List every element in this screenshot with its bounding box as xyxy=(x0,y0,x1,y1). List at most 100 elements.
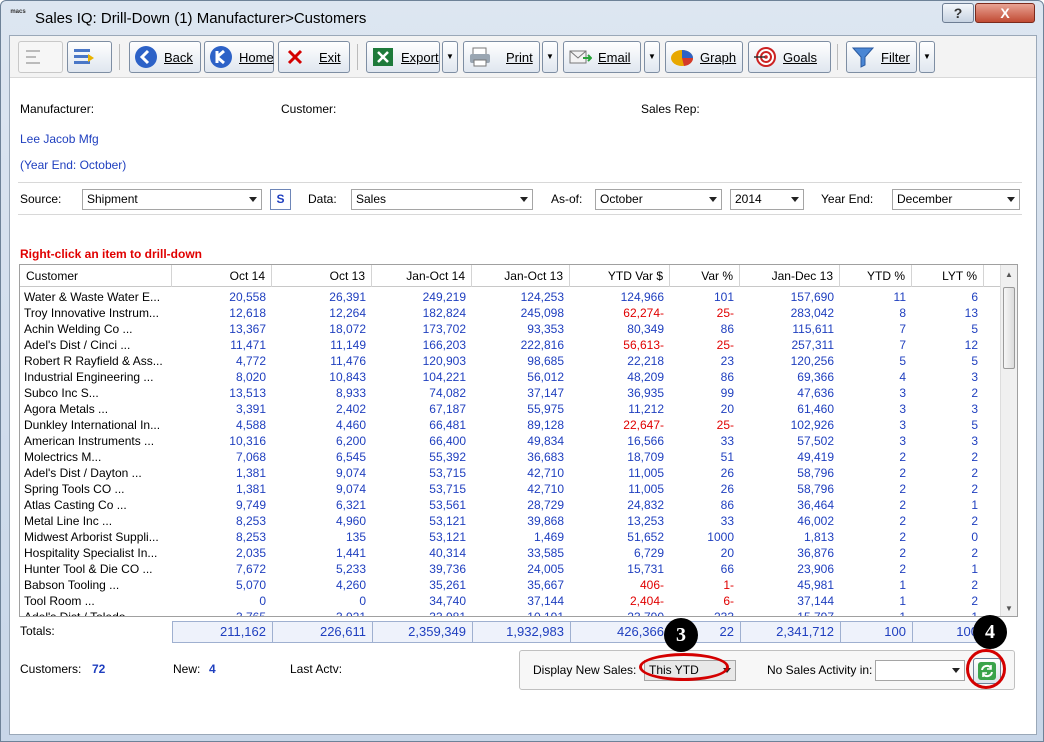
table-cell: 36,683 xyxy=(527,450,564,464)
export-dropdown[interactable]: ▼ xyxy=(442,41,458,73)
table-cell: 8 xyxy=(899,306,906,320)
close-window-button[interactable]: X xyxy=(975,3,1035,23)
app-logo: macs xyxy=(10,9,26,15)
table-cell: 18,072 xyxy=(329,322,366,336)
table-cell: 4,460 xyxy=(335,418,366,432)
help-button[interactable]: ? xyxy=(942,3,974,23)
funnel-icon xyxy=(851,45,875,69)
graph-label: Graph xyxy=(700,49,737,65)
table-cell: 86 xyxy=(720,498,734,512)
table-cell: 51,652 xyxy=(627,530,664,544)
column-header[interactable]: Oct 13 xyxy=(272,265,372,287)
email-dropdown[interactable]: ▼ xyxy=(644,41,660,73)
back-button[interactable]: Back xyxy=(129,41,201,73)
table-cell: 245,098 xyxy=(520,306,564,320)
table-cell: 120,256 xyxy=(790,354,834,368)
asof-month-select[interactable]: October xyxy=(595,189,722,210)
column-header[interactable]: LYT % xyxy=(912,265,984,287)
table-row[interactable]: Water & Waste Water E... 20,558 26,391 249,… xyxy=(20,289,1001,305)
table-cell: 13 xyxy=(964,306,978,320)
table-cell: 80,349 xyxy=(627,322,664,336)
table-cell: 2 xyxy=(971,386,978,400)
print-button[interactable]: Print xyxy=(463,41,540,73)
table-cell: 104,221 xyxy=(422,370,466,384)
table-cell: 62,274- xyxy=(623,306,664,320)
table-cell: 3,765 xyxy=(235,610,266,617)
table-cell: 3,391 xyxy=(235,402,266,416)
table-row[interactable]: American Instruments ... 10,316 6,200 66,40… xyxy=(20,433,1001,449)
drilldown-button[interactable] xyxy=(67,41,112,73)
print-dropdown[interactable]: ▼ xyxy=(542,41,558,73)
toolbar: Back Home Exit Export ▼ Print ▼ Email ▼ … xyxy=(10,36,1036,78)
column-header[interactable]: Oct 14 xyxy=(172,265,272,287)
table-row[interactable]: Subco Inc S... 13,513 8,933 74,082 37,147 36,… xyxy=(20,385,1001,401)
filter-button[interactable]: Filter xyxy=(846,41,917,73)
table-row[interactable]: Hunter Tool & Die CO ... 7,672 5,233 39,736… xyxy=(20,561,1001,577)
source-label: Source: xyxy=(20,192,62,206)
exit-button[interactable]: Exit xyxy=(278,41,350,73)
table-cell: 11,149 xyxy=(330,338,366,352)
data-select[interactable]: Sales xyxy=(351,189,533,210)
table-row[interactable]: Adel's Dist / Dayton ... 1,381 9,074 53,715… xyxy=(20,465,1001,481)
table-cell: 249,219 xyxy=(422,290,466,304)
table-row[interactable]: Industrial Engineering ... 8,020 10,843 104… xyxy=(20,369,1001,385)
asof-year-select[interactable]: 2014 xyxy=(730,189,804,210)
column-header[interactable]: YTD Var $ xyxy=(570,265,670,287)
goals-label: Goals xyxy=(783,49,817,65)
table-row[interactable]: Atlas Casting Co ... 9,749 6,321 53,561 28,7… xyxy=(20,497,1001,513)
table-cell: 2 xyxy=(971,466,978,480)
table-cell: 22,647- xyxy=(623,418,664,432)
table-row[interactable]: Agora Metals ... 3,391 2,402 67,187 55,975 11… xyxy=(20,401,1001,417)
table-cell: 135 xyxy=(345,530,366,544)
scroll-down-icon[interactable]: ▼ xyxy=(1005,604,1013,613)
source-s-button[interactable]: S xyxy=(270,189,291,210)
year-end-select[interactable]: December xyxy=(892,189,1020,210)
vertical-scrollbar[interactable]: ▲ ▼ xyxy=(1000,265,1017,616)
table-cell: 48,209 xyxy=(627,370,664,384)
export-button[interactable]: Export xyxy=(366,41,440,73)
table-cell: 2,035 xyxy=(235,546,266,560)
source-select[interactable]: Shipment xyxy=(82,189,262,210)
graph-button[interactable]: Graph xyxy=(665,41,743,73)
table-row[interactable]: Spring Tools CO ... 1,381 9,074 53,715 42,71… xyxy=(20,481,1001,497)
toolbar-separator xyxy=(357,44,358,70)
column-header[interactable]: YTD % xyxy=(840,265,912,287)
table-row[interactable]: Dunkley International In... 4,588 4,460 66,… xyxy=(20,417,1001,433)
table-row[interactable]: Troy Innovative Instrum... 12,618 12,264 18… xyxy=(20,305,1001,321)
email-button[interactable]: Email xyxy=(563,41,641,73)
table-row[interactable]: Achin Welding Co ... 13,367 18,072 173,702 9… xyxy=(20,321,1001,337)
column-header[interactable]: Jan-Dec 13 xyxy=(740,265,840,287)
goals-button[interactable]: Goals xyxy=(748,41,831,73)
table-row[interactable]: Tool Room ... 0 0 34,740 37,144 2,404- 6- 37,14… xyxy=(20,593,1001,609)
table-row[interactable]: Molectrics M... 7,068 6,545 55,392 36,683 18,… xyxy=(20,449,1001,465)
table-cell: 25- xyxy=(716,418,734,432)
table-row[interactable]: Midwest Arborist Suppli... 8,253 135 53,121… xyxy=(20,529,1001,545)
table-cell: 20,558 xyxy=(229,290,266,304)
table-row[interactable]: Adel's Dist / Cinci ... 11,471 11,149 166,2… xyxy=(20,337,1001,353)
table-row[interactable]: Robert R Rayfield & Ass... 4,772 11,476 120… xyxy=(20,353,1001,369)
table-row[interactable]: Babson Tooling ... 5,070 4,260 35,261 35,667… xyxy=(20,577,1001,593)
menu-button[interactable] xyxy=(18,41,63,73)
column-header[interactable]: Customer xyxy=(20,265,172,287)
drilldown-hint: Right-click an item to drill-down xyxy=(20,247,203,261)
filter-dropdown[interactable]: ▼ xyxy=(919,41,935,73)
scroll-thumb[interactable] xyxy=(1003,287,1015,369)
manufacturer-value: Lee Jacob Mfg xyxy=(20,132,99,146)
table-row[interactable]: Metal Line Inc ... 8,253 4,960 53,121 39,868… xyxy=(20,513,1001,529)
scroll-up-icon[interactable]: ▲ xyxy=(1005,270,1013,279)
table-cell: 124,253 xyxy=(520,290,564,304)
table-cell: 1 xyxy=(899,578,906,592)
table-cell: 34,740 xyxy=(429,594,466,608)
table-row[interactable]: Adel's Dist / Toledo ... 3,765 3,921 33,981… xyxy=(20,609,1001,617)
column-header[interactable]: Jan-Oct 13 xyxy=(472,265,570,287)
year-end-label: Year End: xyxy=(821,192,874,206)
no-sales-activity-select[interactable] xyxy=(875,660,965,681)
customers-count-label: Customers: xyxy=(20,662,82,676)
last-activity-label: Last Actv: xyxy=(290,662,343,676)
table-row[interactable]: Hospitality Specialist In... 2,035 1,441 40… xyxy=(20,545,1001,561)
home-button[interactable]: Home xyxy=(204,41,274,73)
table-cell: 33 xyxy=(720,434,734,448)
column-header[interactable]: Var % xyxy=(670,265,740,287)
column-header[interactable]: Jan-Oct 14 xyxy=(372,265,472,287)
table-cell: 12,618 xyxy=(229,306,266,320)
